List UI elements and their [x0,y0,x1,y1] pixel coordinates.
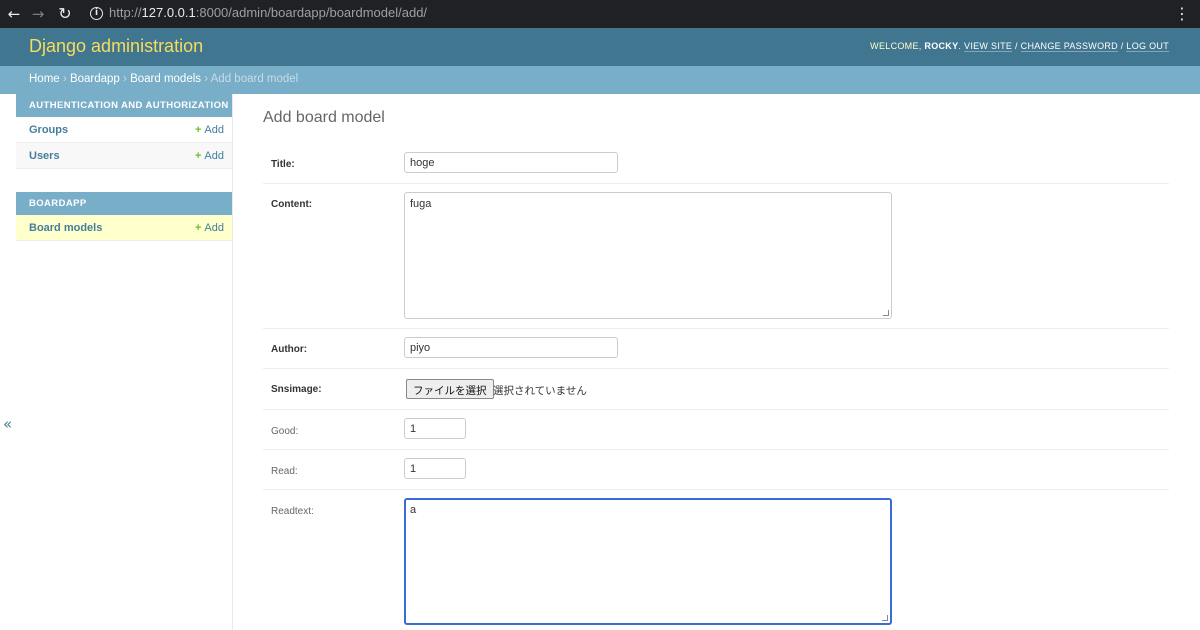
read-input[interactable]: 1 [404,458,466,479]
sidebar-item-label[interactable]: Board models [29,222,102,234]
log-out-link[interactable]: LOG OUT [1126,41,1169,52]
form-row-author: Author: piyo [263,329,1169,369]
forward-arrow-icon[interactable]: → [28,4,48,24]
good-label: Good: [271,426,299,437]
form-row-content: Content: fuga [263,184,1169,329]
form-row-title: Title: hoge [263,144,1169,184]
title-label: Title: [271,159,295,170]
site-header: Django administration WELCOME, ROCKY. VI… [0,28,1200,66]
choose-file-button[interactable]: ファイルを選択 [406,379,494,399]
readtext-value: a [410,504,417,516]
sidebar-item-label[interactable]: Groups [29,124,68,136]
username: ROCKY [924,41,959,51]
add-label: Add [204,150,224,162]
form-row-snsimage: Snsimage: ファイルを選択 選択されていません [263,369,1169,410]
reload-icon[interactable]: ↻ [55,4,75,24]
content-label: Content: [271,199,313,210]
breadcrumb: Home › Boardapp › Board models › Add boa… [0,66,1200,94]
breadcrumb-separator: › [123,73,127,85]
url-scheme: http:// [109,5,142,20]
form-row-good: Good: 1 [263,410,1169,450]
welcome-text: WELCOME, [870,41,925,51]
address-bar[interactable]: i http://127.0.0.1:8000/admin/boardapp/b… [82,2,1167,26]
change-password-link[interactable]: CHANGE PASSWORD [1020,41,1118,52]
add-user-link[interactable]: + Add [195,150,224,162]
plus-icon: + [194,124,202,136]
title-input[interactable]: hoge [404,152,618,173]
breadcrumb-separator: › [62,73,67,85]
user-tools: WELCOME, ROCKY. VIEW SITE / CHANGE PASSW… [870,41,1169,52]
breadcrumb-current: Add board model [210,73,299,85]
module-caption-boardapp[interactable]: BOARDAPP [16,192,232,215]
resize-handle-icon[interactable] [882,615,888,621]
breadcrumb-boardapp[interactable]: Boardapp [70,73,120,85]
url-text: http://127.0.0.1:8000/admin/boardapp/boa… [109,5,427,20]
author-input[interactable]: piyo [404,337,618,358]
breadcrumb-home[interactable]: Home [29,73,60,85]
sidebar-item-groups: Groups + Add [16,117,232,143]
author-label: Author: [271,344,308,355]
breadcrumb-separator: › [204,73,209,85]
url-path: :8000/admin/boardapp/boardmodel/add/ [195,5,428,20]
good-input[interactable]: 1 [404,418,466,439]
sidebar-item-label[interactable]: Users [29,150,60,162]
readtext-label: Readtext: [271,506,314,517]
content-textarea[interactable]: fuga [404,192,892,319]
snsimage-file-input: ファイルを選択 選択されていません [263,379,863,401]
site-branding[interactable]: Django administration [29,36,203,57]
readtext-textarea[interactable]: a [404,498,892,625]
view-site-link[interactable]: VIEW SITE [964,41,1013,52]
sidebar-item-users: Users + Add [16,143,232,169]
toggle-sidebar-button[interactable]: « [3,415,12,433]
breadcrumb-board-models[interactable]: Board models [130,73,201,85]
browser-toolbar: ← → ↻ i http://127.0.0.1:8000/admin/boar… [0,0,1200,28]
sidebar-item-board-models: Board models + Add [16,215,232,241]
info-icon[interactable]: i [90,7,103,20]
content-value: fuga [410,198,432,210]
add-label: Add [204,222,224,234]
add-board-model-link[interactable]: + Add [195,222,224,234]
page-title: Add board model [263,109,385,126]
form-row-read: Read: 1 [263,450,1169,490]
back-arrow-icon[interactable]: ← [4,4,24,24]
form-row-readtext: Readtext: a [263,490,1169,630]
more-menu-icon[interactable]: ⋮ [1174,4,1190,24]
plus-icon: + [194,150,202,162]
nav-sidebar: AUTHENTICATION AND AUTHORIZATION Groups … [16,94,233,630]
add-group-link[interactable]: + Add [195,124,224,136]
resize-handle-icon[interactable] [883,310,889,316]
url-host: 127.0.0.1 [141,5,196,20]
module-caption-auth[interactable]: AUTHENTICATION AND AUTHORIZATION [16,94,232,117]
plus-icon: + [194,222,202,234]
add-label: Add [204,124,224,136]
file-status-text: 選択されていません [493,385,587,397]
read-label: Read: [271,466,298,477]
